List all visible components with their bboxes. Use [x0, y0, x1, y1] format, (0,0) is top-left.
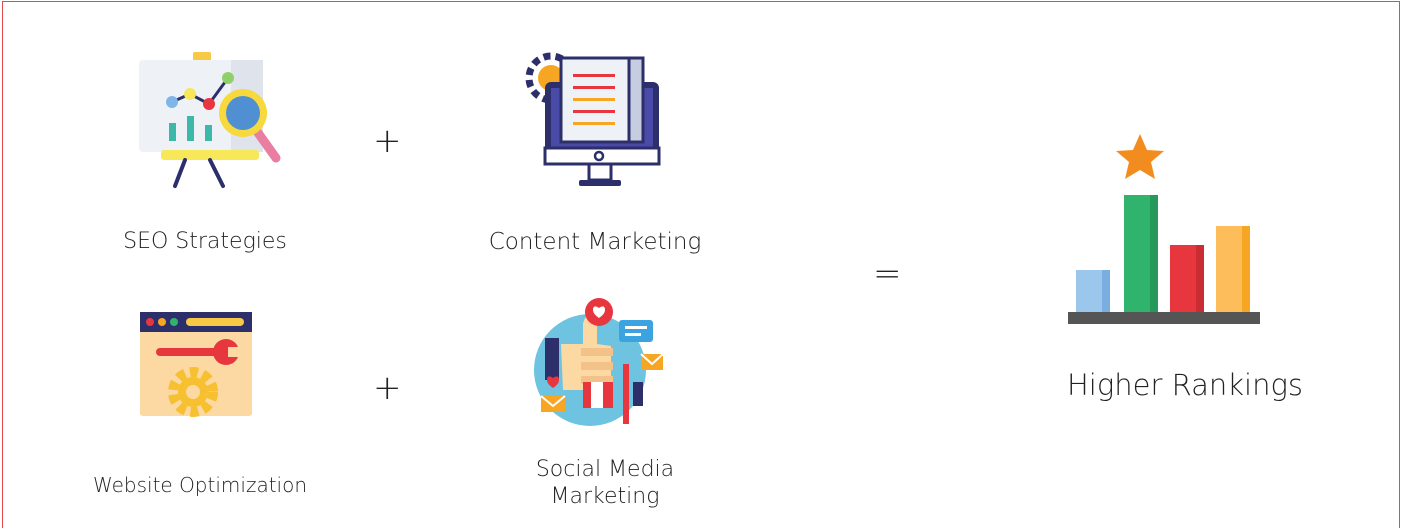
- plus-operator: +: [373, 121, 402, 161]
- plus-operator: +: [373, 368, 402, 408]
- equals-operator: =: [873, 254, 902, 294]
- social-media-marketing-label: Social Media Marketing: [480, 456, 730, 510]
- social-thumbs-up-icon: [523, 294, 668, 434]
- seo-strategies-label: SEO Strategies: [123, 229, 287, 254]
- higher-rankings-label: Higher Rankings: [1066, 368, 1304, 402]
- monitor-document-gear-icon: [521, 52, 666, 192]
- social-media-label-line1: Social Media: [535, 457, 675, 482]
- bar-chart-star-icon: [1066, 134, 1262, 330]
- website-optimization-label: Website Optimization: [92, 473, 308, 497]
- browser-wrench-gear-icon: [138, 310, 258, 422]
- content-marketing-label: Content Marketing: [488, 229, 702, 255]
- seo-presentation-magnifier-icon: [135, 50, 285, 190]
- social-media-label-line2: Marketing: [550, 484, 660, 509]
